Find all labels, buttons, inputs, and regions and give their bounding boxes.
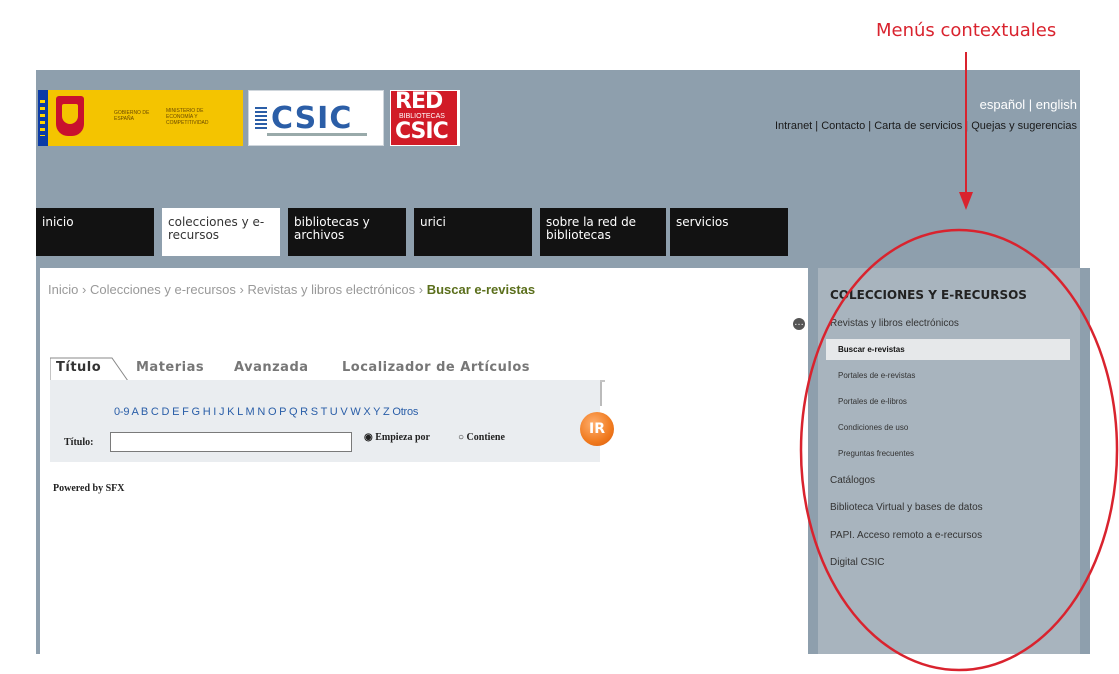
gov-text: GOBIERNO DE ESPAÑA [114, 110, 150, 122]
radio-unselected-icon: ○ [458, 432, 465, 443]
nav-tab-bibliotecas[interactable]: bibliotecas y archivos [288, 208, 406, 256]
radio-starts-label: Empieza por [375, 432, 430, 443]
annotation-title: Menús contextuales [876, 20, 1057, 41]
government-logo[interactable]: GOBIERNO DE ESPAÑA MINISTERIO DE ECONOMÍ… [38, 90, 243, 146]
flag-icon [38, 90, 48, 146]
csic-logo[interactable]: CSIC [248, 90, 384, 146]
nav-tab-servicios[interactable]: servicios [670, 208, 788, 256]
powered-by: Powered by SFX [53, 483, 125, 494]
red-logo-bottom: CSIC [395, 119, 449, 144]
csic-logo-text: CSIC [271, 101, 353, 136]
csic-mark-icon [255, 107, 267, 129]
go-arrow-icon [600, 382, 602, 406]
language-switcher[interactable]: español | english [980, 97, 1077, 112]
ministry-text: MINISTERIO DE ECONOMÍA Y COMPETITIVIDAD [166, 108, 209, 126]
radio-contains-label: Contiene [466, 432, 505, 443]
nav-tab-inicio[interactable]: inicio [36, 208, 154, 256]
nav-tab-urici[interactable]: urici [414, 208, 532, 256]
annotation-arrow-icon [959, 52, 973, 210]
coat-of-arms-icon [56, 96, 84, 136]
title-label: Título: [64, 437, 94, 448]
sfx-tab-bar: Título Materias Avanzada Localizador de … [50, 356, 605, 382]
radio-starts-with[interactable]: ◉ Empieza por [364, 432, 430, 443]
breadcrumb-item-revistas[interactable]: Revistas y libros electrónicos [248, 282, 416, 297]
breadcrumb-current: Buscar e-revistas [426, 282, 536, 297]
breadcrumb-separator: › [418, 282, 424, 297]
utility-links[interactable]: Intranet | Contacto | Carta de servicios… [775, 120, 1077, 132]
red-bibliotecas-logo[interactable]: RED BIBLIOTECAS CSIC [390, 90, 460, 146]
red-logo-top: RED [395, 89, 443, 114]
radio-contains[interactable]: ○ Contiene [458, 432, 505, 443]
csic-tagline [267, 133, 367, 136]
breadcrumb-separator: › [239, 282, 244, 297]
red-logo-box: RED BIBLIOTECAS CSIC [391, 91, 457, 145]
go-button[interactable]: IR [580, 412, 614, 446]
nav-tab-colecciones[interactable]: colecciones y e-recursos [162, 208, 280, 256]
title-input[interactable] [110, 432, 352, 452]
breadcrumb: Inicio › Colecciones y e-recursos › Revi… [48, 282, 535, 297]
breadcrumb-item-inicio[interactable]: Inicio [48, 282, 78, 297]
radio-selected-icon: ◉ [364, 432, 373, 443]
nav-tab-sobre-la-red[interactable]: sobre la red de bibliotecas [540, 208, 666, 256]
breadcrumb-separator: › [81, 282, 87, 297]
annotation-circle-icon [799, 228, 1119, 672]
breadcrumb-item-colecciones[interactable]: Colecciones y e-recursos [90, 282, 236, 297]
alphabet-index[interactable]: 0-9 A B C D E F G H I J K L M N O P Q R … [114, 406, 418, 418]
